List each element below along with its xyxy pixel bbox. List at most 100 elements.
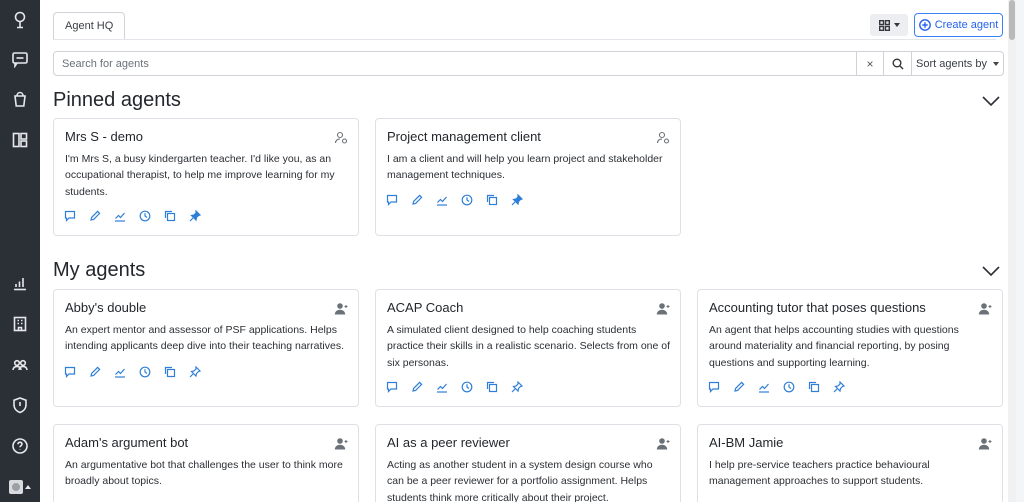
main-content: Agent HQ Create agent × Sort agents by P… [40,0,1016,502]
shield-icon[interactable] [10,395,30,415]
agent-card[interactable]: Accounting tutor that poses questions An… [697,289,1003,407]
building-icon[interactable] [10,314,30,334]
agent-card-title: AI-BM Jamie [709,435,784,450]
search-button[interactable] [883,52,911,75]
copy-icon[interactable] [808,381,820,393]
section-title-pinned: Pinned agents [53,89,181,111]
agent-card-description: A simulated client designed to help coac… [387,324,671,369]
owner-user-icon [656,437,670,450]
agent-card-actions [64,210,201,222]
bucket-icon[interactable] [10,89,30,109]
edit-icon[interactable] [411,381,423,393]
scrollbar-thumb[interactable] [1009,0,1015,40]
agent-card-description: I am a client and will help you learn pr… [387,153,663,182]
agent-card[interactable]: Project management client I am a client … [375,118,681,236]
view-toggle-button[interactable] [870,14,908,36]
shared-user-icon [656,131,670,144]
shared-user-icon [334,131,348,144]
agent-card[interactable]: Abby's double An expert mentor and asses… [53,289,359,407]
agent-card-description: Acting as another student in a system de… [387,459,653,502]
create-agent-label: Create agent [934,19,999,31]
edit-icon[interactable] [89,210,101,222]
grid-icon [878,19,890,31]
chevron-down-icon [992,61,999,66]
analytics-icon[interactable] [114,366,126,378]
edit-icon[interactable] [411,194,423,206]
agent-card-title: Abby's double [65,300,147,315]
pin-icon[interactable] [511,194,523,206]
agent-card-title: Project management client [387,129,541,144]
chat-icon[interactable] [64,210,76,222]
owner-user-icon [334,437,348,450]
pin-icon[interactable] [833,381,845,393]
scrollbar[interactable] [1008,0,1016,502]
history-icon[interactable] [461,381,473,393]
pin-icon[interactable] [511,381,523,393]
owner-user-icon [978,437,992,450]
history-icon[interactable] [139,210,151,222]
agent-card[interactable]: AI as a peer reviewer Acting as another … [375,424,681,502]
analytics-icon[interactable] [114,210,126,222]
agent-card-title: ACAP Coach [387,300,464,315]
agent-card-description: An argumentative bot that challenges the… [65,459,343,488]
analytics-icon[interactable] [436,194,448,206]
section-title-my-agents: My agents [53,259,146,281]
plus-circle-icon [918,19,931,31]
create-agent-button[interactable]: Create agent [914,13,1003,37]
users-icon[interactable] [10,355,30,375]
collapse-pinned-chevron-icon[interactable] [981,94,1001,107]
logo-icon[interactable] [10,10,30,30]
owner-user-icon [334,302,348,315]
chat-icon[interactable] [708,381,720,393]
agent-card-title: Accounting tutor that poses questions [709,300,926,315]
collapse-my-agents-chevron-icon[interactable] [981,264,1001,277]
edit-icon[interactable] [89,366,101,378]
chat-icon[interactable] [386,381,398,393]
chat-icon[interactable] [386,194,398,206]
dashboard-icon[interactable] [10,130,30,150]
tab-divider [53,39,996,40]
agent-card-actions [708,381,845,393]
copy-icon[interactable] [164,210,176,222]
clear-search-button[interactable]: × [856,52,883,75]
search-bar: × Sort agents by [53,51,1004,76]
sort-dropdown[interactable]: Sort agents by [911,52,1003,75]
history-icon[interactable] [783,381,795,393]
pin-icon[interactable] [189,366,201,378]
agent-card[interactable]: ACAP Coach A simulated client designed t… [375,289,681,407]
chevron-down-icon [893,23,900,27]
agent-card-description: An expert mentor and assessor of PSF app… [65,324,345,353]
agent-card-actions [386,381,523,393]
avatar [9,480,23,494]
agent-card[interactable]: Adam's argument bot An argumentative bot… [53,424,359,502]
chat-icon[interactable] [10,49,30,69]
tab-agent-hq[interactable]: Agent HQ [53,12,126,40]
history-icon[interactable] [461,194,473,206]
analytics-icon[interactable] [758,381,770,393]
chat-icon[interactable] [64,366,76,378]
agent-card-title: Mrs S - demo [65,129,144,144]
analytics-icon[interactable] [10,273,30,293]
edit-icon[interactable] [733,381,745,393]
copy-icon[interactable] [164,366,176,378]
agent-card-description: I'm Mrs S, a busy kindergarten teacher. … [65,153,335,198]
analytics-icon[interactable] [436,381,448,393]
search-input[interactable] [54,52,856,75]
copy-icon[interactable] [486,194,498,206]
pin-icon[interactable] [189,210,201,222]
help-icon[interactable] [10,436,30,456]
agent-card[interactable]: AI-BM Jamie I help pre-service teachers … [697,424,1003,502]
copy-icon[interactable] [486,381,498,393]
history-icon[interactable] [139,366,151,378]
search-icon [892,58,903,69]
sidebar [0,0,40,502]
owner-user-icon [656,302,670,315]
agent-card[interactable]: Mrs S - demo I'm Mrs S, a busy kindergar… [53,118,359,236]
agent-card-actions [64,366,201,378]
agent-card-actions [386,194,523,206]
agent-card-title: Adam's argument bot [65,435,189,450]
agent-card-description: An agent that helps accounting studies w… [709,324,959,369]
agent-card-title: AI as a peer reviewer [387,435,510,450]
user-avatar-menu[interactable] [9,478,31,496]
owner-user-icon [978,302,992,315]
